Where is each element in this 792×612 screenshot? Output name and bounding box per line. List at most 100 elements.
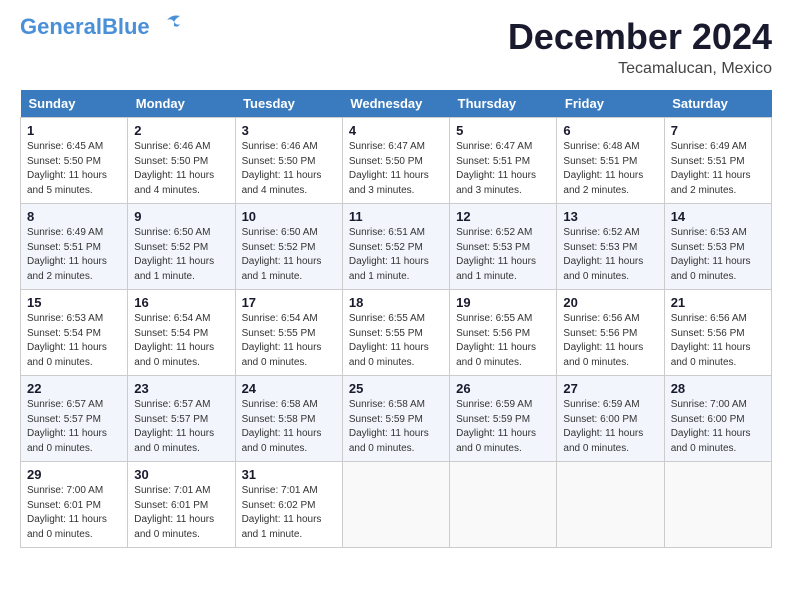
day-info: Sunrise: 6:52 AMSunset: 5:53 PMDaylight:… — [456, 226, 550, 284]
day-number: 15 — [27, 295, 121, 310]
day-number: 6 — [563, 123, 657, 138]
day-number: 12 — [456, 209, 550, 224]
calendar-cell[interactable]: 8 Sunrise: 6:49 AMSunset: 5:51 PMDaylight… — [21, 204, 128, 290]
week-row-5: 29 Sunrise: 7:00 AMSunset: 6:01 PMDayligh… — [21, 462, 772, 548]
day-number: 2 — [134, 123, 228, 138]
calendar-cell[interactable]: 13 Sunrise: 6:52 AMSunset: 5:53 PMDayligh… — [557, 204, 664, 290]
calendar-cell[interactable]: 26Sunrise: 6:59 AMSunset: 5:59 PMDayligh… — [450, 376, 557, 462]
day-info: Sunrise: 7:01 AMSunset: 6:02 PMDaylight:… — [242, 484, 336, 542]
calendar-cell[interactable]: 21Sunrise: 6:56 AMSunset: 5:56 PMDayligh… — [664, 290, 771, 376]
calendar-cell[interactable]: 25 Sunrise: 6:58 AMSunset: 5:59 PMDayligh… — [342, 376, 449, 462]
day-info: Sunrise: 6:58 AMSunset: 5:58 PMDaylight:… — [242, 398, 336, 456]
weekday-wednesday: Wednesday — [342, 90, 449, 118]
calendar-cell[interactable]: 3 Sunrise: 6:46 AMSunset: 5:50 PMDaylight… — [235, 118, 342, 204]
calendar-cell[interactable] — [664, 462, 771, 548]
calendar-cell[interactable] — [557, 462, 664, 548]
day-info: Sunrise: 6:45 AMSunset: 5:50 PMDaylight:… — [27, 140, 121, 198]
weekday-monday: Monday — [128, 90, 235, 118]
day-number: 31 — [242, 467, 336, 482]
day-info: Sunrise: 6:51 AMSunset: 5:52 PMDaylight:… — [349, 226, 443, 284]
calendar-cell[interactable]: 17 Sunrise: 6:54 AMSunset: 5:55 PMDayligh… — [235, 290, 342, 376]
day-info: Sunrise: 6:56 AMSunset: 5:56 PMDaylight:… — [563, 312, 657, 370]
day-info: Sunrise: 6:53 AMSunset: 5:54 PMDaylight:… — [27, 312, 121, 370]
header: GeneralBlue December 2024 Tecamalucan, M… — [20, 16, 772, 78]
day-number: 8 — [27, 209, 121, 224]
week-row-3: 15 Sunrise: 6:53 AMSunset: 5:54 PMDayligh… — [21, 290, 772, 376]
calendar-cell[interactable]: 29 Sunrise: 7:00 AMSunset: 6:01 PMDayligh… — [21, 462, 128, 548]
day-info: Sunrise: 7:01 AMSunset: 6:01 PMDaylight:… — [134, 484, 228, 542]
day-info: Sunrise: 6:55 AMSunset: 5:56 PMDaylight:… — [456, 312, 550, 370]
day-info: Sunrise: 6:49 AMSunset: 5:51 PMDaylight:… — [27, 226, 121, 284]
day-info: Sunrise: 6:52 AMSunset: 5:53 PMDaylight:… — [563, 226, 657, 284]
calendar-cell[interactable] — [342, 462, 449, 548]
calendar-cell[interactable]: 6 Sunrise: 6:48 AMSunset: 5:51 PMDaylight… — [557, 118, 664, 204]
day-info: Sunrise: 6:46 AMSunset: 5:50 PMDaylight:… — [242, 140, 336, 198]
day-number: 20 — [563, 295, 657, 310]
calendar-cell[interactable]: 14Sunrise: 6:53 AMSunset: 5:53 PMDayligh… — [664, 204, 771, 290]
day-number: 10 — [242, 209, 336, 224]
day-info: Sunrise: 7:00 AMSunset: 6:01 PMDaylight:… — [27, 484, 121, 542]
logo-bird-icon — [152, 12, 182, 34]
logo: GeneralBlue — [20, 16, 182, 38]
calendar-cell[interactable]: 24Sunrise: 6:58 AMSunset: 5:58 PMDayligh… — [235, 376, 342, 462]
day-number: 1 — [27, 123, 121, 138]
calendar-cell[interactable]: 27Sunrise: 6:59 AMSunset: 6:00 PMDayligh… — [557, 376, 664, 462]
calendar-cell[interactable]: 16 Sunrise: 6:54 AMSunset: 5:54 PMDayligh… — [128, 290, 235, 376]
day-number: 3 — [242, 123, 336, 138]
calendar-cell[interactable]: 1 Sunrise: 6:45 AMSunset: 5:50 PMDaylight… — [21, 118, 128, 204]
day-info: Sunrise: 6:58 AMSunset: 5:59 PMDaylight:… — [349, 398, 443, 456]
calendar-cell[interactable]: 31 Sunrise: 7:01 AMSunset: 6:02 PMDayligh… — [235, 462, 342, 548]
calendar-cell[interactable] — [450, 462, 557, 548]
week-row-2: 8 Sunrise: 6:49 AMSunset: 5:51 PMDaylight… — [21, 204, 772, 290]
day-number: 11 — [349, 209, 443, 224]
day-number: 26 — [456, 381, 550, 396]
calendar-cell[interactable]: 11 Sunrise: 6:51 AMSunset: 5:52 PMDayligh… — [342, 204, 449, 290]
calendar-cell[interactable]: 19 Sunrise: 6:55 AMSunset: 5:56 PMDayligh… — [450, 290, 557, 376]
week-row-4: 22Sunrise: 6:57 AMSunset: 5:57 PMDayligh… — [21, 376, 772, 462]
calendar-cell[interactable]: 4 Sunrise: 6:47 AMSunset: 5:50 PMDaylight… — [342, 118, 449, 204]
day-number: 16 — [134, 295, 228, 310]
weekday-friday: Friday — [557, 90, 664, 118]
day-number: 25 — [349, 381, 443, 396]
day-info: Sunrise: 6:54 AMSunset: 5:55 PMDaylight:… — [242, 312, 336, 370]
calendar-cell[interactable]: 30 Sunrise: 7:01 AMSunset: 6:01 PMDayligh… — [128, 462, 235, 548]
calendar-cell[interactable]: 5 Sunrise: 6:47 AMSunset: 5:51 PMDaylight… — [450, 118, 557, 204]
calendar-cell[interactable]: 22Sunrise: 6:57 AMSunset: 5:57 PMDayligh… — [21, 376, 128, 462]
day-number: 21 — [671, 295, 765, 310]
day-info: Sunrise: 6:55 AMSunset: 5:55 PMDaylight:… — [349, 312, 443, 370]
day-info: Sunrise: 6:49 AMSunset: 5:51 PMDaylight:… — [671, 140, 765, 198]
calendar-cell[interactable]: 10Sunrise: 6:50 AMSunset: 5:52 PMDayligh… — [235, 204, 342, 290]
calendar-cell[interactable]: 12 Sunrise: 6:52 AMSunset: 5:53 PMDayligh… — [450, 204, 557, 290]
day-info: Sunrise: 7:00 AMSunset: 6:00 PMDaylight:… — [671, 398, 765, 456]
month-title: December 2024 — [508, 16, 772, 58]
day-info: Sunrise: 6:47 AMSunset: 5:50 PMDaylight:… — [349, 140, 443, 198]
calendar-cell[interactable]: 9Sunrise: 6:50 AMSunset: 5:52 PMDaylight… — [128, 204, 235, 290]
weekday-tuesday: Tuesday — [235, 90, 342, 118]
calendar-cell[interactable]: 18Sunrise: 6:55 AMSunset: 5:55 PMDayligh… — [342, 290, 449, 376]
calendar-cell[interactable]: 20 Sunrise: 6:56 AMSunset: 5:56 PMDayligh… — [557, 290, 664, 376]
title-area: December 2024 Tecamalucan, Mexico — [508, 16, 772, 78]
calendar-cell[interactable]: 2Sunrise: 6:46 AMSunset: 5:50 PMDaylight… — [128, 118, 235, 204]
day-info: Sunrise: 6:53 AMSunset: 5:53 PMDaylight:… — [671, 226, 765, 284]
calendar-table: SundayMondayTuesdayWednesdayThursdayFrid… — [20, 90, 772, 548]
calendar-cell[interactable]: 7Sunrise: 6:49 AMSunset: 5:51 PMDaylight… — [664, 118, 771, 204]
day-number: 4 — [349, 123, 443, 138]
calendar-cell[interactable]: 28Sunrise: 7:00 AMSunset: 6:00 PMDayligh… — [664, 376, 771, 462]
calendar-cell[interactable]: 15 Sunrise: 6:53 AMSunset: 5:54 PMDayligh… — [21, 290, 128, 376]
day-number: 30 — [134, 467, 228, 482]
calendar-cell[interactable]: 23Sunrise: 6:57 AMSunset: 5:57 PMDayligh… — [128, 376, 235, 462]
day-number: 29 — [27, 467, 121, 482]
weekday-header-row: SundayMondayTuesdayWednesdayThursdayFrid… — [21, 90, 772, 118]
location-title: Tecamalucan, Mexico — [508, 60, 772, 78]
logo-text: GeneralBlue — [20, 16, 150, 38]
day-number: 27 — [563, 381, 657, 396]
day-info: Sunrise: 6:57 AMSunset: 5:57 PMDaylight:… — [134, 398, 228, 456]
day-number: 13 — [563, 209, 657, 224]
day-info: Sunrise: 6:48 AMSunset: 5:51 PMDaylight:… — [563, 140, 657, 198]
day-info: Sunrise: 6:54 AMSunset: 5:54 PMDaylight:… — [134, 312, 228, 370]
day-number: 17 — [242, 295, 336, 310]
day-number: 19 — [456, 295, 550, 310]
week-row-1: 1 Sunrise: 6:45 AMSunset: 5:50 PMDaylight… — [21, 118, 772, 204]
day-info: Sunrise: 6:47 AMSunset: 5:51 PMDaylight:… — [456, 140, 550, 198]
day-number: 5 — [456, 123, 550, 138]
